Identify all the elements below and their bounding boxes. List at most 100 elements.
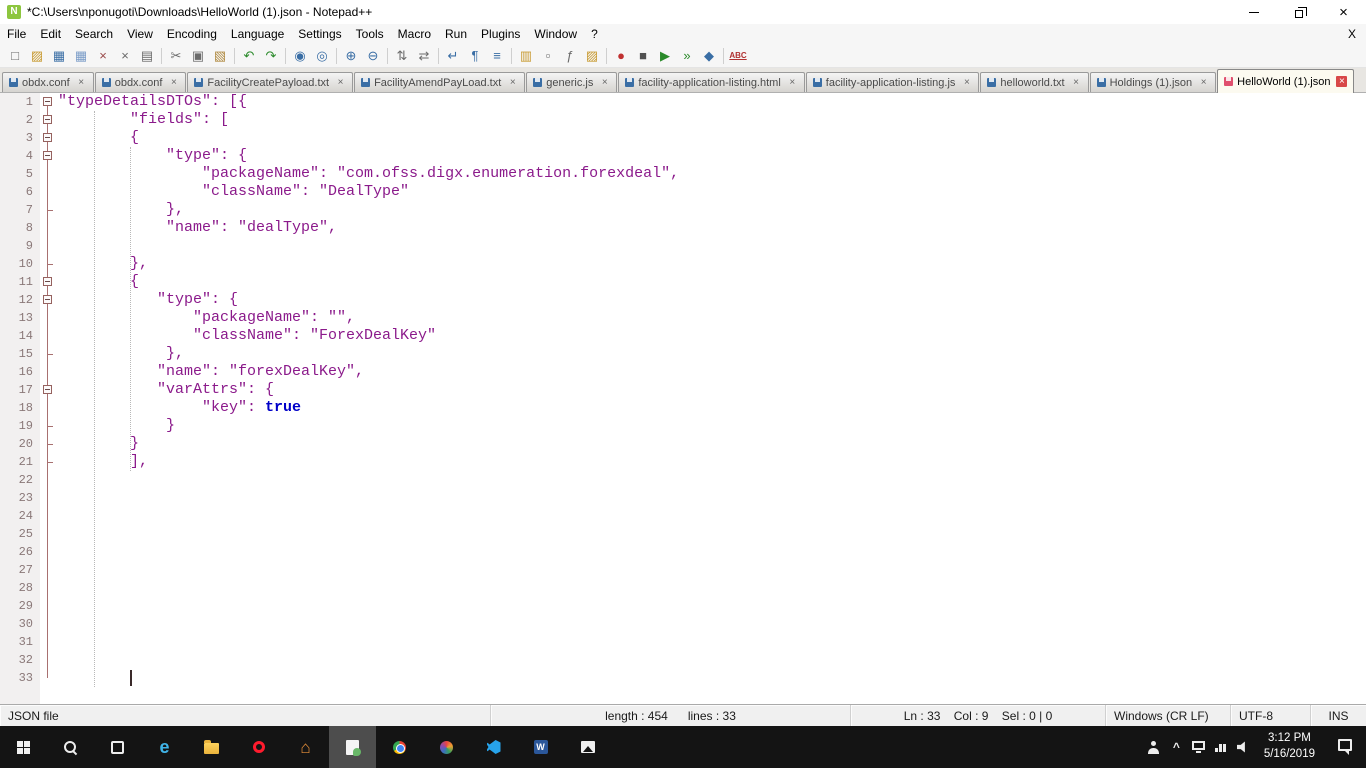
spell-check-button[interactable]: ABC [728, 46, 748, 66]
fold-margin-cell[interactable] [40, 291, 56, 309]
tab-close-icon[interactable]: × [1071, 77, 1082, 88]
editor-line[interactable]: 17 "varAttrs": { [0, 381, 1366, 399]
fold-collapse-icon[interactable] [43, 133, 52, 142]
tab-close-icon[interactable]: × [1198, 77, 1209, 88]
close-window-button[interactable]: × [1321, 0, 1366, 24]
editor-line[interactable]: 16 "name": "forexDealKey", [0, 363, 1366, 381]
menu-item-file[interactable]: File [0, 25, 33, 43]
editor-line[interactable]: 33 [0, 669, 1366, 687]
editor-line[interactable]: 27 [0, 561, 1366, 579]
tab-close-icon[interactable]: × [961, 77, 972, 88]
editor-line[interactable]: 2 "fields": [ [0, 111, 1366, 129]
indent-guide-button[interactable]: ≡ [487, 46, 507, 66]
notepad-plus-plus-button[interactable] [329, 726, 376, 768]
restore-button[interactable] [1276, 0, 1321, 24]
run-macro-multiple-button[interactable]: » [677, 46, 697, 66]
copy-button[interactable]: ▣ [188, 46, 208, 66]
start-button[interactable] [0, 726, 47, 768]
save-all-button[interactable]: ▦ [71, 46, 91, 66]
fold-margin-cell[interactable] [40, 129, 56, 147]
volume-icon[interactable] [1237, 741, 1250, 753]
record-macro-button[interactable]: ● [611, 46, 631, 66]
fold-collapse-icon[interactable] [43, 115, 52, 124]
editor-line[interactable]: 9 [0, 237, 1366, 255]
tab-generic-js[interactable]: generic.js× [526, 72, 617, 92]
menu-item-tools[interactable]: Tools [349, 25, 391, 43]
editor-line[interactable]: 4 "type": { [0, 147, 1366, 165]
home-app-button[interactable]: ⌂ [282, 726, 329, 768]
menu-item-macro[interactable]: Macro [391, 25, 438, 43]
document-map-button[interactable]: ▫ [538, 46, 558, 66]
fold-collapse-icon[interactable] [43, 277, 52, 286]
tab-obdx-conf[interactable]: obdx.conf× [2, 72, 94, 92]
fold-margin-cell[interactable] [40, 93, 56, 111]
close-file-button[interactable]: × [93, 46, 113, 66]
colorful-app-button[interactable] [423, 726, 470, 768]
sync-horizontal-scroll-button[interactable]: ⇄ [414, 46, 434, 66]
fold-collapse-icon[interactable] [43, 385, 52, 394]
task-view-button[interactable] [94, 726, 141, 768]
redo-button[interactable]: ↷ [261, 46, 281, 66]
editor-line[interactable]: 24 [0, 507, 1366, 525]
editor-line[interactable]: 13 "packageName": "", [0, 309, 1366, 327]
opera-button[interactable] [235, 726, 282, 768]
clock[interactable]: 3:12 PM 5/16/2019 [1255, 731, 1324, 762]
tab-close-icon[interactable]: × [787, 77, 798, 88]
editor-line[interactable]: 30 [0, 615, 1366, 633]
find-button[interactable]: ◉ [290, 46, 310, 66]
chrome-button[interactable] [376, 726, 423, 768]
network-icon[interactable] [1215, 742, 1227, 752]
menu-item-window[interactable]: Window [527, 25, 584, 43]
tab-close-icon[interactable]: × [599, 77, 610, 88]
sync-vertical-scroll-button[interactable]: ⇅ [392, 46, 412, 66]
editor[interactable]: 1"typeDetailsDTOs": [{2 "fields": [3 {4 … [0, 93, 1366, 704]
new-file-button[interactable]: □ [5, 46, 25, 66]
stop-macro-button[interactable]: ■ [633, 46, 653, 66]
tab-close-icon[interactable]: × [1336, 76, 1347, 87]
word-button[interactable]: W [517, 726, 564, 768]
zoom-in-button[interactable]: ⊕ [341, 46, 361, 66]
editor-line[interactable]: 19 } [0, 417, 1366, 435]
tab-facility-application-listing-js[interactable]: facility-application-listing.js× [806, 72, 980, 92]
function-list-button[interactable]: ƒ [560, 46, 580, 66]
save-button[interactable]: ▦ [49, 46, 69, 66]
photos-button[interactable] [564, 726, 611, 768]
editor-line[interactable]: 32 [0, 651, 1366, 669]
zoom-out-button[interactable]: ⊖ [363, 46, 383, 66]
show-hidden-icons-button[interactable]: ^ [1166, 740, 1187, 754]
fold-margin-cell[interactable] [40, 273, 56, 291]
editor-line[interactable]: 22 [0, 471, 1366, 489]
tab-helloworld-1-json[interactable]: HelloWorld (1).json× [1217, 69, 1354, 93]
show-all-chars-button[interactable]: ¶ [465, 46, 485, 66]
undo-button[interactable]: ↶ [239, 46, 259, 66]
editor-line[interactable]: 10 }, [0, 255, 1366, 273]
edge-button[interactable]: e [141, 726, 188, 768]
tab-close-icon[interactable]: × [335, 77, 346, 88]
status-encoding[interactable]: UTF-8 [1231, 705, 1311, 726]
user-defined-dialog-button[interactable]: ▥ [516, 46, 536, 66]
user-tray-button[interactable] [1141, 726, 1166, 768]
fold-margin-cell[interactable] [40, 111, 56, 129]
editor-line[interactable]: 26 [0, 543, 1366, 561]
menu-item-settings[interactable]: Settings [291, 25, 348, 43]
menu-item-plugins[interactable]: Plugins [474, 25, 527, 43]
editor-line[interactable]: 31 [0, 633, 1366, 651]
title-bar[interactable]: *C:\Users\nponugoti\Downloads\HelloWorld… [0, 0, 1366, 24]
tab-facilityamendpayload-txt[interactable]: FacilityAmendPayLoad.txt× [354, 72, 525, 92]
editor-line[interactable]: 6 "className": "DealType" [0, 183, 1366, 201]
menu-item-language[interactable]: Language [224, 25, 291, 43]
tab-helloworld-txt[interactable]: helloworld.txt× [980, 72, 1088, 92]
tab-facility-application-listing-html[interactable]: facility-application-listing.html× [618, 72, 804, 92]
menu-item-help[interactable]: ? [584, 25, 605, 43]
vscode-button[interactable] [470, 726, 517, 768]
menu-item-search[interactable]: Search [68, 25, 120, 43]
editor-line[interactable]: 18 "key": true [0, 399, 1366, 417]
editor-line[interactable]: 20 } [0, 435, 1366, 453]
editor-line[interactable]: 5 "packageName": "com.ofss.digx.enumerat… [0, 165, 1366, 183]
tab-close-icon[interactable]: × [168, 77, 179, 88]
editor-line[interactable]: 15 }, [0, 345, 1366, 363]
menu-item-run[interactable]: Run [438, 25, 474, 43]
menubar-close-button[interactable]: X [1338, 27, 1366, 41]
editor-line[interactable]: 12 "type": { [0, 291, 1366, 309]
tab-close-icon[interactable]: × [507, 77, 518, 88]
